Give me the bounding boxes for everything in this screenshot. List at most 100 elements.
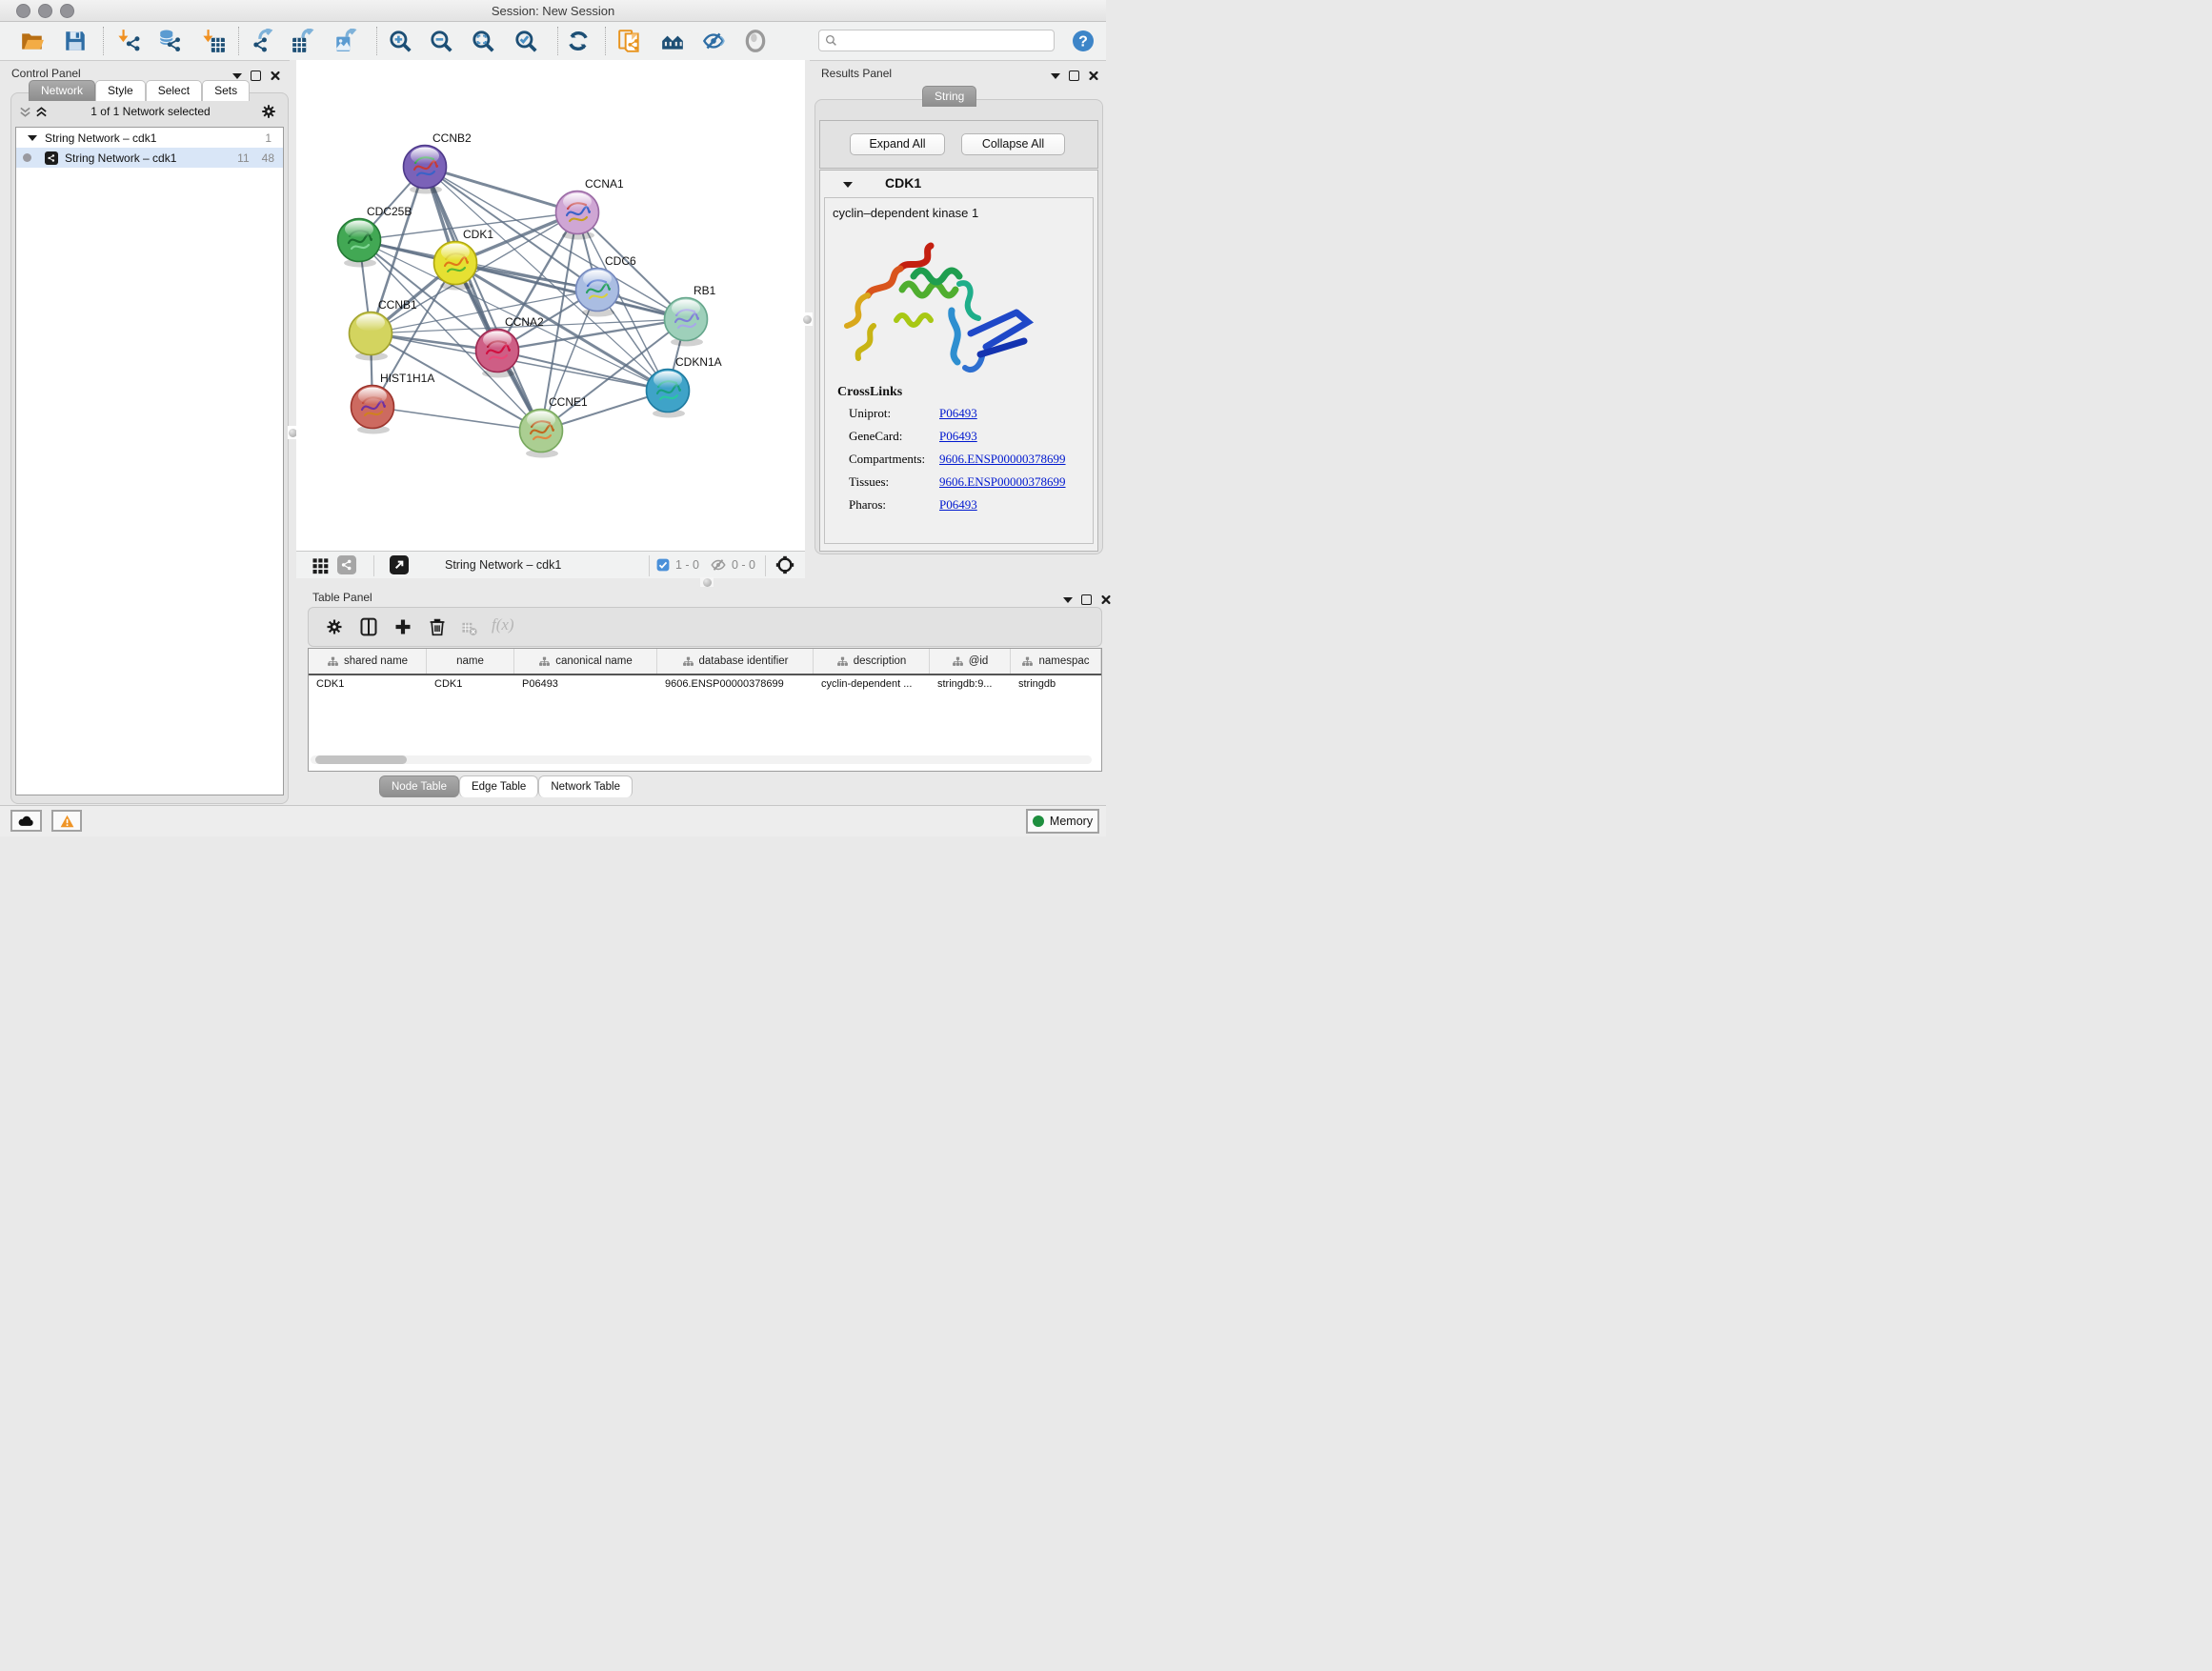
export-network-icon[interactable] [250, 29, 274, 53]
birds-eye-crosshair-icon[interactable] [774, 554, 795, 575]
network-node-hist1h1a[interactable]: HIST1H1A [352, 372, 435, 434]
table-cell[interactable]: cyclin-dependent ... [814, 675, 930, 694]
tab-style[interactable]: Style [95, 80, 146, 101]
network-node-ccnb1[interactable]: CCNB1 [350, 298, 418, 361]
table-cell[interactable]: 9606.ENSP00000378699 [657, 675, 814, 694]
hidden-eye-icon[interactable] [710, 556, 727, 574]
crosslink-label: GeneCard: [849, 429, 939, 444]
network-node-cdc25b[interactable]: CDC25B [338, 205, 412, 268]
crosslink-value[interactable]: P06493 [939, 406, 977, 421]
show-columns-icon[interactable] [359, 617, 378, 636]
table-panel-close-icon[interactable] [1100, 594, 1112, 606]
export-image-icon[interactable] [333, 29, 358, 53]
crosslink-label: Tissues: [849, 474, 939, 490]
control-panel-title: Control Panel [11, 67, 81, 80]
table-cell[interactable]: CDK1 [427, 675, 514, 694]
import-network-icon[interactable] [116, 29, 141, 53]
control-panel-menu-icon[interactable] [232, 73, 242, 79]
network-node-ccnb2[interactable]: CCNB2 [404, 131, 473, 194]
show-graphics-icon[interactable] [743, 29, 768, 53]
save-session-icon[interactable] [63, 29, 88, 53]
crosslink-value[interactable]: 9606.ENSP00000378699 [939, 452, 1066, 467]
expand-all-button[interactable]: Expand All [850, 133, 945, 155]
crosslink-label: Compartments: [849, 452, 939, 467]
network-node-count: 11 [237, 151, 249, 165]
results-panel-menu-icon[interactable] [1051, 73, 1060, 79]
tab-select[interactable]: Select [146, 80, 202, 101]
table-row[interactable]: CDK1CDK1P064939606.ENSP00000378699cyclin… [309, 675, 1101, 694]
table-panel-float-icon[interactable] [1081, 594, 1092, 605]
column-header--id[interactable]: @id [930, 649, 1011, 674]
left-splitter[interactable] [290, 60, 296, 805]
crosslink-value[interactable]: P06493 [939, 429, 977, 444]
column-header-namespac[interactable]: namespac [1011, 649, 1101, 674]
function-builder-icon: f(x) [492, 615, 514, 634]
tab-sets[interactable]: Sets [202, 80, 250, 101]
collection-expander-icon[interactable] [28, 135, 37, 141]
results-panel-float-icon[interactable] [1069, 70, 1079, 81]
results-panel-close-icon[interactable] [1088, 70, 1099, 82]
control-panel-float-icon[interactable] [251, 70, 261, 81]
delete-column-icon[interactable] [428, 617, 447, 636]
tab-network-table[interactable]: Network Table [538, 775, 633, 797]
string-home-icon[interactable] [660, 29, 685, 53]
import-database-icon[interactable] [157, 29, 182, 53]
crosslink-value[interactable]: 9606.ENSP00000378699 [939, 474, 1066, 490]
expand-all-chevron-icon[interactable] [35, 106, 48, 119]
column-header-database-identifier[interactable]: database identifier [657, 649, 814, 674]
svg-text:?: ? [1078, 34, 1088, 50]
search-field[interactable] [818, 30, 1055, 51]
column-header-name[interactable]: name [427, 649, 514, 674]
search-input[interactable] [837, 33, 1041, 49]
control-panel-close-icon[interactable] [270, 70, 281, 82]
detach-view-icon[interactable] [390, 555, 409, 574]
zoom-in-icon[interactable] [388, 29, 412, 53]
title-bar: Session: New Session [0, 0, 1106, 22]
create-column-icon[interactable] [393, 617, 412, 636]
network-collection-row[interactable]: String Network – cdk1 1 [16, 128, 283, 148]
tab-network[interactable]: Network [29, 80, 95, 101]
table-options-gear-icon[interactable] [325, 617, 344, 636]
collapse-all-chevron-icon[interactable] [19, 106, 31, 119]
table-cell[interactable]: stringdb:9... [930, 675, 1011, 694]
share-document-icon[interactable] [617, 29, 642, 53]
view-grid-icon[interactable] [311, 555, 330, 574]
network-node-rb1[interactable]: RB1 [665, 284, 716, 347]
zoom-out-icon[interactable] [429, 29, 453, 53]
tab-node-table[interactable]: Node Table [379, 775, 459, 797]
warning-button[interactable] [51, 810, 82, 832]
import-table-icon[interactable] [201, 29, 226, 53]
tab-string[interactable]: String [922, 86, 976, 107]
table-cell[interactable]: stringdb [1011, 675, 1101, 694]
table-cell[interactable]: P06493 [514, 675, 657, 694]
table-panel-menu-icon[interactable] [1063, 597, 1073, 603]
network-list: String Network – cdk1 1 String Network –… [15, 127, 284, 795]
table-h-scrollbar-thumb[interactable] [315, 755, 407, 764]
network-canvas[interactable]: CCNB2CCNA1CDC25BCDK1CDC6RB1CCNB1CCNA2CDK… [296, 60, 805, 551]
table-h-scrollbar[interactable] [311, 755, 1092, 764]
crosslink-value[interactable]: P06493 [939, 497, 977, 513]
open-session-icon[interactable] [20, 29, 45, 53]
refresh-icon[interactable] [566, 29, 591, 53]
column-header-shared-name[interactable]: shared name [309, 649, 427, 674]
zoom-selected-icon[interactable] [513, 29, 538, 53]
string-view-icon[interactable] [337, 555, 356, 574]
network-row-selected[interactable]: String Network – cdk1 11 48 [16, 148, 283, 168]
help-icon[interactable]: ? [1072, 30, 1095, 52]
column-header-description[interactable]: description [814, 649, 930, 674]
selected-checkbox-icon[interactable] [656, 558, 670, 572]
export-table-icon[interactable] [291, 29, 315, 53]
cloud-button[interactable] [10, 810, 42, 832]
network-node-ccna1[interactable]: CCNA1 [556, 177, 625, 240]
collapse-all-button[interactable]: Collapse All [961, 133, 1065, 155]
tab-edge-table[interactable]: Edge Table [459, 775, 538, 797]
memory-button[interactable]: Memory [1026, 809, 1099, 834]
node-label: CDK1 [463, 228, 493, 241]
network-options-gear-icon[interactable] [260, 103, 277, 120]
hide-unhide-icon[interactable] [701, 29, 726, 53]
table-cell[interactable]: CDK1 [309, 675, 427, 694]
network-node-cdkn1a[interactable]: CDKN1A [647, 355, 722, 418]
zoom-fit-icon[interactable] [471, 29, 495, 53]
node-card-collapse-icon[interactable] [843, 182, 853, 188]
column-header-canonical-name[interactable]: canonical name [514, 649, 657, 674]
